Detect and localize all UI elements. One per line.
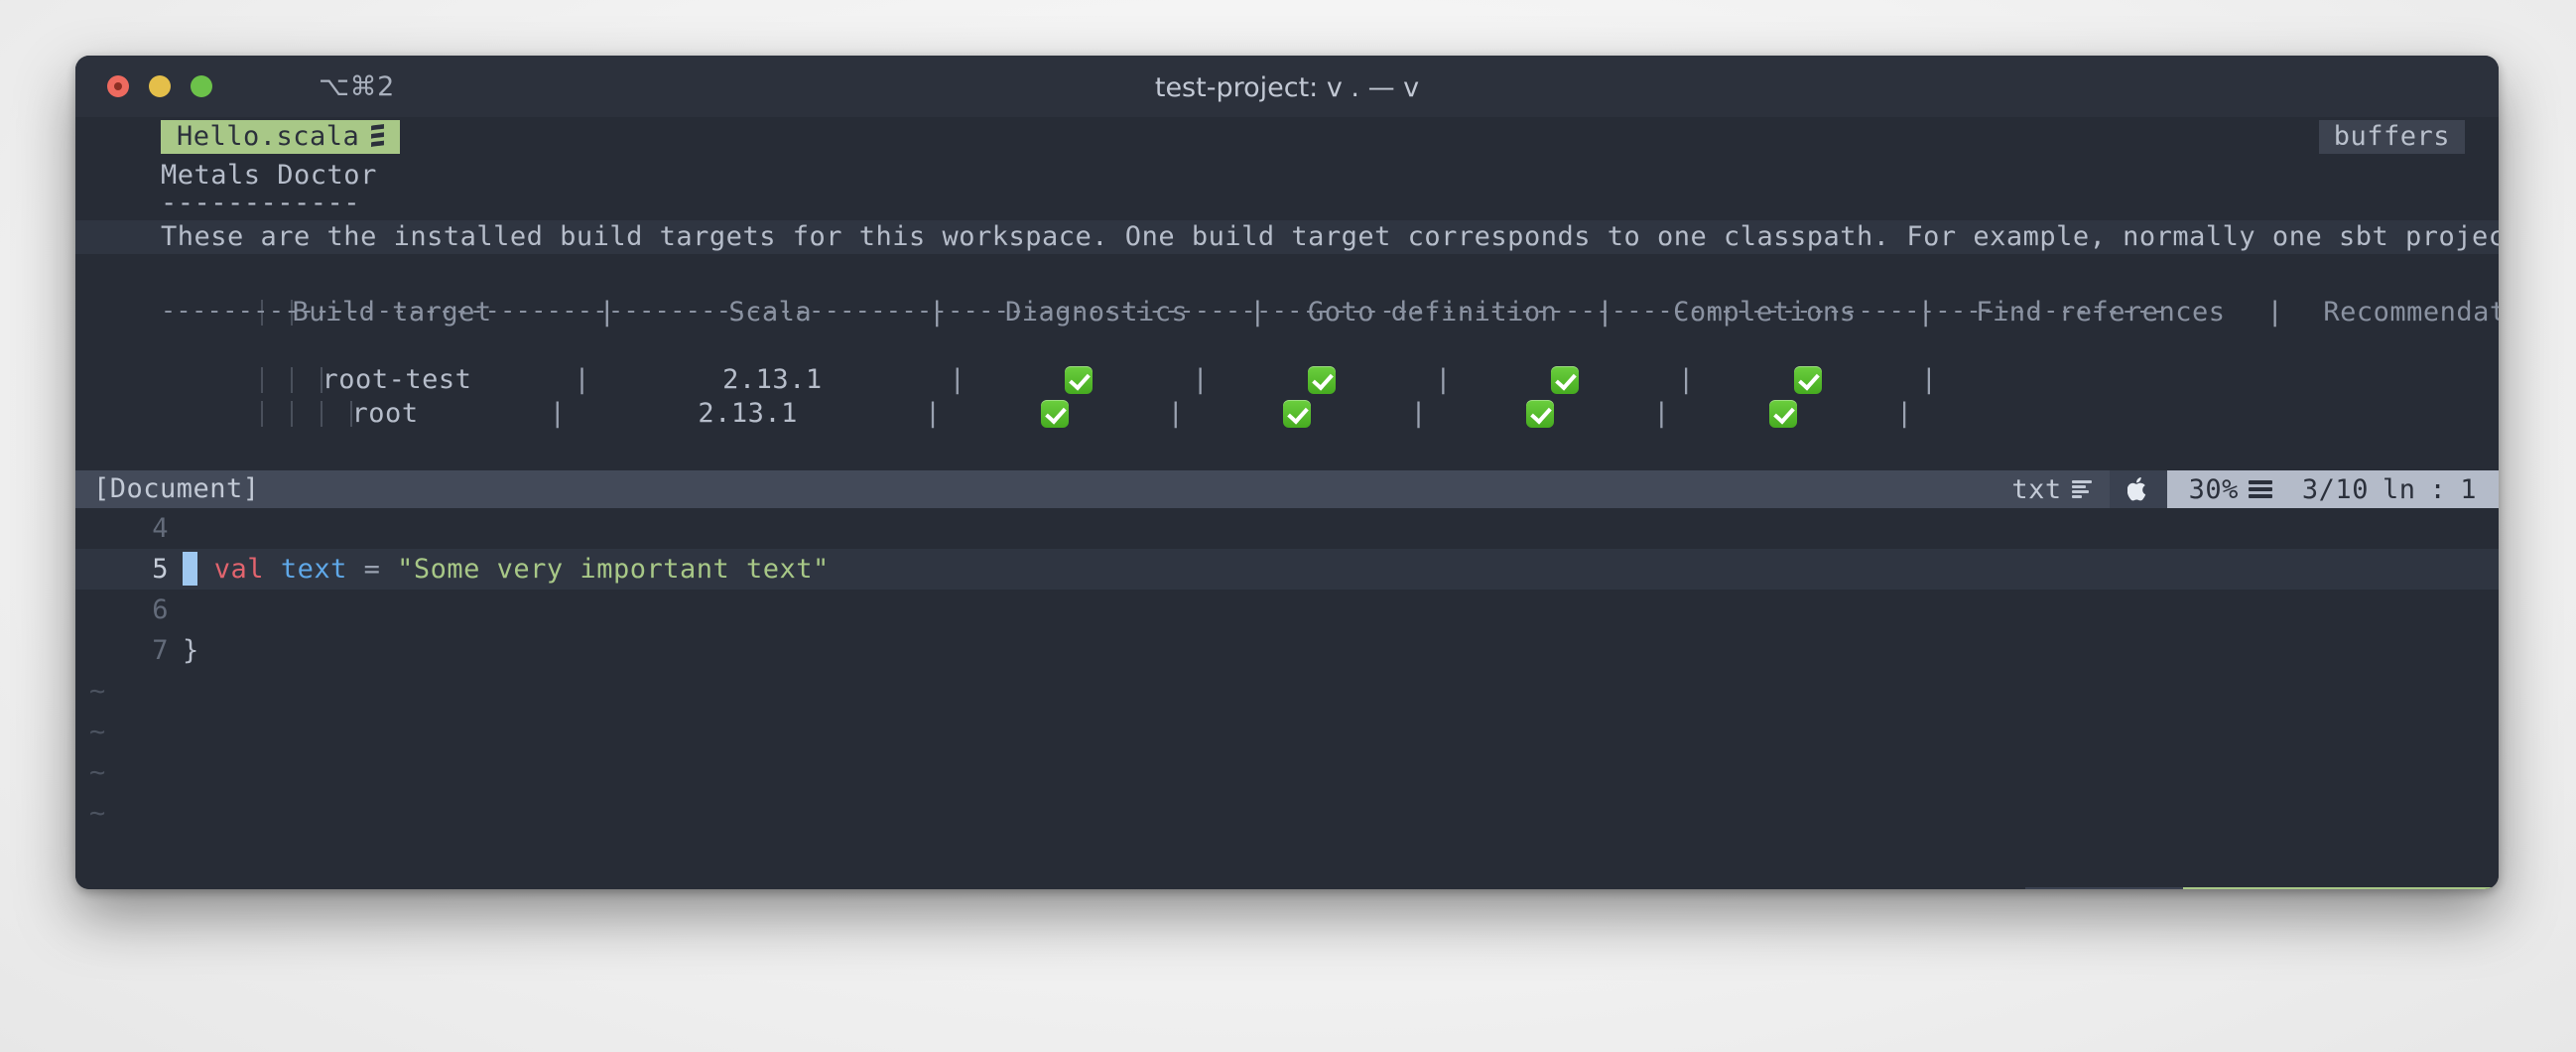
code-string: "Some very important text" <box>397 554 830 585</box>
code-identifier: text <box>280 554 347 585</box>
buffers-label[interactable]: buffers <box>2318 120 2465 154</box>
column-recommendation: Recommendation <box>2323 297 2499 328</box>
doctor-intro-line: These are the installed build targets fo… <box>75 220 2499 254</box>
tabline: Hello.scala buffers <box>75 117 2499 159</box>
cell-find-references-check-icon <box>1768 400 1797 428</box>
encoding-segment[interactable]: utf-8 <box>2024 887 2184 889</box>
split-line-label: ln <box>2382 473 2416 505</box>
code-seg <box>197 554 214 585</box>
statusline-right: scala utf-8 71% 5/7 ln : 1 <box>1868 887 2499 889</box>
indent-guide <box>260 401 263 427</box>
split-filetype-label: txt <box>2011 473 2062 505</box>
tilde-marker: ~ <box>89 717 106 747</box>
window-titlebar: ⌥⌘2 test-project: v . — v <box>75 56 2499 117</box>
percent-segment[interactable]: 71% <box>2183 887 2311 889</box>
tilde-marker: ~ <box>89 757 106 788</box>
split-os-segment <box>2109 470 2167 508</box>
line-number: 6 <box>152 594 169 625</box>
code-line: 4 <box>75 508 2499 549</box>
tab-label: Hello.scala <box>177 121 360 152</box>
filler-line: ~ <box>75 752 2499 793</box>
doctor-heading-underline: ------------ <box>161 188 361 218</box>
terminal-window: ⌥⌘2 test-project: v . — v Hello.scala bu… <box>75 56 2499 889</box>
line-number: 5 <box>152 554 169 585</box>
table-row[interactable]: root-test | 2.13.1 | | | | | <box>75 329 1938 395</box>
filetype-segment[interactable]: scala <box>1868 887 2025 889</box>
cell-build-target: root <box>351 398 419 429</box>
text-lines-icon <box>2071 480 2092 498</box>
split-percent-label: 30% <box>2188 473 2239 505</box>
hamburger-icon <box>2248 480 2272 498</box>
doctor-table-divider: ----------------------------------------… <box>161 296 2167 325</box>
apple-icon <box>2126 476 2149 502</box>
indent-guide <box>320 401 322 427</box>
split-percent-segment[interactable]: 30% <box>2166 470 2294 508</box>
filler-line: ~ <box>75 671 2499 712</box>
cell-scala: 2.13.1 <box>698 398 798 429</box>
split-statusline: [Document] txt 30% 3/10 ln : 1 <box>75 470 2499 508</box>
indent-guide <box>290 401 293 427</box>
split-buffer-name: [Document] <box>93 473 260 504</box>
tab-hello-scala[interactable]: Hello.scala <box>161 120 401 154</box>
split-column-label: 1 <box>2460 473 2477 505</box>
doctor-intro-text: These are the installed build targets fo… <box>161 221 2499 252</box>
code-operator: = <box>346 554 398 585</box>
filler-line: ~ <box>75 793 2499 834</box>
cell-goto-definition-check-icon <box>1283 400 1312 428</box>
scala-icon <box>369 123 386 148</box>
line-number: 7 <box>152 635 169 666</box>
code-line: 6 <box>75 590 2499 630</box>
code-line-current: 5 val text = "Some very important text" <box>75 549 2499 590</box>
metals-doctor-view: Metals Doctor ------------ These are the… <box>75 159 2499 470</box>
position-segment: 5/7 ln : 1 <box>2310 887 2499 889</box>
line-number: 4 <box>152 513 169 544</box>
code-seg <box>264 554 281 585</box>
code-keyword: val <box>213 554 265 585</box>
text-cursor <box>183 552 197 586</box>
split-position-label: 3/10 <box>2301 473 2369 505</box>
doctor-table-header: Build target | Scala | Diagnostics | Goto defi… <box>75 262 2499 328</box>
tilde-marker: ~ <box>89 798 106 829</box>
split-filetype-segment[interactable]: txt <box>1994 470 2110 508</box>
split-colon: : <box>2429 473 2447 505</box>
code-editor[interactable]: 4 5 val text = "Some very important text… <box>75 508 2499 887</box>
window-title: test-project: v . — v <box>1154 72 1420 103</box>
split-position-segment: 3/10 ln : 1 <box>2293 470 2499 508</box>
statusline: NORMAL +0 ~0 -0 ⑂ master src/main/scala/… <box>75 887 2499 889</box>
code-seg: } <box>183 635 199 666</box>
split-status-right: txt 30% 3/10 ln : 1 <box>1994 470 2499 508</box>
cell-diagnostics-check-icon <box>1040 400 1069 428</box>
filler-line: ~ <box>75 712 2499 752</box>
tilde-marker: ~ <box>89 676 106 707</box>
table-row[interactable]: root | 2.13.1 | | | | | <box>75 363 1913 429</box>
cell-completions-check-icon <box>1526 400 1555 428</box>
code-line: 7} <box>75 630 2499 671</box>
